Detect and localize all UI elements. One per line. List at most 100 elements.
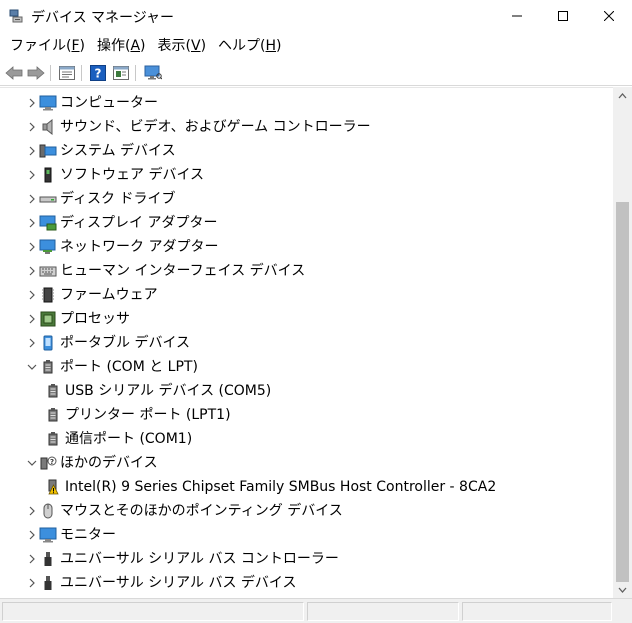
display-adapter-icon [39, 214, 57, 232]
tree-item-usb-devices[interactable]: ユニバーサル シリアル バス デバイス [0, 571, 612, 595]
software-device-icon [39, 166, 57, 184]
vertical-scrollbar[interactable] [613, 87, 632, 598]
close-icon [604, 11, 614, 21]
status-bar [0, 598, 632, 623]
monitor-icon [39, 526, 57, 544]
menu-bar: ファイル(F) 操作(A) 表示(V) ヘルプ(H) [0, 32, 632, 60]
tree-item-portable-devices[interactable]: ポータブル デバイス [0, 331, 612, 355]
chevron-up-icon [618, 92, 627, 98]
usb-icon [39, 550, 57, 568]
back-button[interactable] [4, 63, 24, 83]
port-icon [44, 430, 62, 448]
svg-text:?: ? [50, 458, 54, 466]
monitor-scan-icon [144, 65, 162, 80]
port-icon [39, 358, 57, 376]
menu-file[interactable]: ファイル(F) [4, 33, 91, 59]
port-icon [44, 382, 62, 400]
properties-button[interactable] [57, 63, 77, 83]
chevron-right-icon[interactable] [25, 163, 39, 187]
firmware-icon [39, 286, 57, 304]
usb-icon [39, 574, 57, 592]
tree-item-usb-serial-com5[interactable]: USB シリアル デバイス (COM5) [0, 379, 612, 403]
unknown-device-icon: ? [39, 454, 57, 472]
tree-item-mice[interactable]: マウスとそのほかのポインティング デバイス [0, 499, 612, 523]
tree-item-system-devices[interactable]: システム デバイス [0, 139, 612, 163]
tree-item-display-adapters[interactable]: ディスプレイ アダプター [0, 211, 612, 235]
properties-icon [59, 66, 75, 80]
svg-text:?: ? [95, 67, 102, 81]
chevron-right-icon[interactable] [25, 499, 39, 523]
chevron-right-icon[interactable] [25, 331, 39, 355]
tree-item-processors[interactable]: プロセッサ [0, 307, 612, 331]
toolbar-separator [81, 65, 82, 81]
menu-view[interactable]: 表示(V) [152, 33, 213, 59]
menu-help[interactable]: ヘルプ(H) [212, 33, 287, 59]
tree-item-ports[interactable]: ポート (COM と LPT) [0, 355, 612, 379]
device-tree: コンピューター サウンド、ビデオ、およびゲーム コントローラー システム デバイ… [0, 91, 612, 595]
processor-icon [39, 310, 57, 328]
toolbar: ? [0, 60, 632, 86]
help-button[interactable]: ? [88, 63, 108, 83]
chevron-right-icon[interactable] [25, 547, 39, 571]
status-cell [462, 602, 612, 621]
warning-device-icon [44, 478, 62, 496]
chevron-right-icon[interactable] [25, 259, 39, 283]
chevron-right-icon[interactable] [25, 523, 39, 547]
chevron-right-icon[interactable] [25, 91, 39, 115]
title-bar: デバイス マネージャー [0, 0, 632, 32]
maximize-button[interactable] [540, 0, 586, 32]
scroll-up-button[interactable] [613, 87, 632, 104]
chevron-right-icon[interactable] [25, 139, 39, 163]
tree-item-software-devices[interactable]: ソフトウェア デバイス [0, 163, 612, 187]
chevron-down-icon [618, 587, 627, 593]
show-hide-icon [113, 66, 129, 80]
tree-item-other-devices[interactable]: ? ほかのデバイス [0, 451, 612, 475]
tree-item-sound[interactable]: サウンド、ビデオ、およびゲーム コントローラー [0, 115, 612, 139]
chevron-right-icon[interactable] [25, 211, 39, 235]
port-icon [44, 406, 62, 424]
help-icon: ? [90, 65, 106, 81]
chevron-down-icon[interactable] [25, 355, 39, 379]
forward-button[interactable] [26, 63, 46, 83]
toolbar-separator [135, 65, 136, 81]
mouse-icon [39, 502, 57, 520]
device-tree-pane: コンピューター サウンド、ビデオ、およびゲーム コントローラー システム デバイ… [0, 87, 632, 598]
scan-hardware-button[interactable] [143, 63, 163, 83]
chevron-right-icon[interactable] [25, 187, 39, 211]
tree-item-printer-port-lpt1[interactable]: プリンター ポート (LPT1) [0, 403, 612, 427]
show-hide-button[interactable] [111, 63, 131, 83]
toolbar-separator [50, 65, 51, 81]
forward-icon [27, 66, 45, 80]
computer-icon [39, 94, 57, 112]
portable-device-icon [39, 334, 57, 352]
tree-item-firmware[interactable]: ファームウェア [0, 283, 612, 307]
chevron-right-icon[interactable] [25, 307, 39, 331]
tree-item-hid[interactable]: ヒューマン インターフェイス デバイス [0, 259, 612, 283]
scroll-down-button[interactable] [613, 581, 632, 598]
device-manager-app-icon [9, 9, 23, 23]
minimize-icon [512, 15, 522, 17]
tree-item-usb-controllers[interactable]: ユニバーサル シリアル バス コントローラー [0, 547, 612, 571]
speaker-icon [39, 118, 57, 136]
keyboard-icon [39, 262, 57, 280]
tree-item-smbus-host-controller[interactable]: Intel(R) 9 Series Chipset Family SMBus H… [0, 475, 612, 499]
chevron-right-icon[interactable] [25, 115, 39, 139]
tree-item-network-adapters[interactable]: ネットワーク アダプター [0, 235, 612, 259]
tree-item-monitors[interactable]: モニター [0, 523, 612, 547]
close-button[interactable] [586, 0, 632, 32]
scrollbar-thumb[interactable] [616, 202, 629, 582]
system-device-icon [39, 142, 57, 160]
chevron-down-icon[interactable] [25, 451, 39, 475]
menu-action[interactable]: 操作(A) [91, 33, 152, 59]
maximize-icon [558, 11, 568, 21]
tree-item-computer[interactable]: コンピューター [0, 91, 612, 115]
tree-item-disk-drives[interactable]: ディスク ドライブ [0, 187, 612, 211]
network-adapter-icon [39, 238, 57, 256]
chevron-right-icon[interactable] [25, 283, 39, 307]
status-cell [2, 602, 304, 621]
back-icon [5, 66, 23, 80]
minimize-button[interactable] [494, 0, 540, 32]
chevron-right-icon[interactable] [25, 235, 39, 259]
chevron-right-icon[interactable] [25, 571, 39, 595]
tree-item-comm-port-com1[interactable]: 通信ポート (COM1) [0, 427, 612, 451]
